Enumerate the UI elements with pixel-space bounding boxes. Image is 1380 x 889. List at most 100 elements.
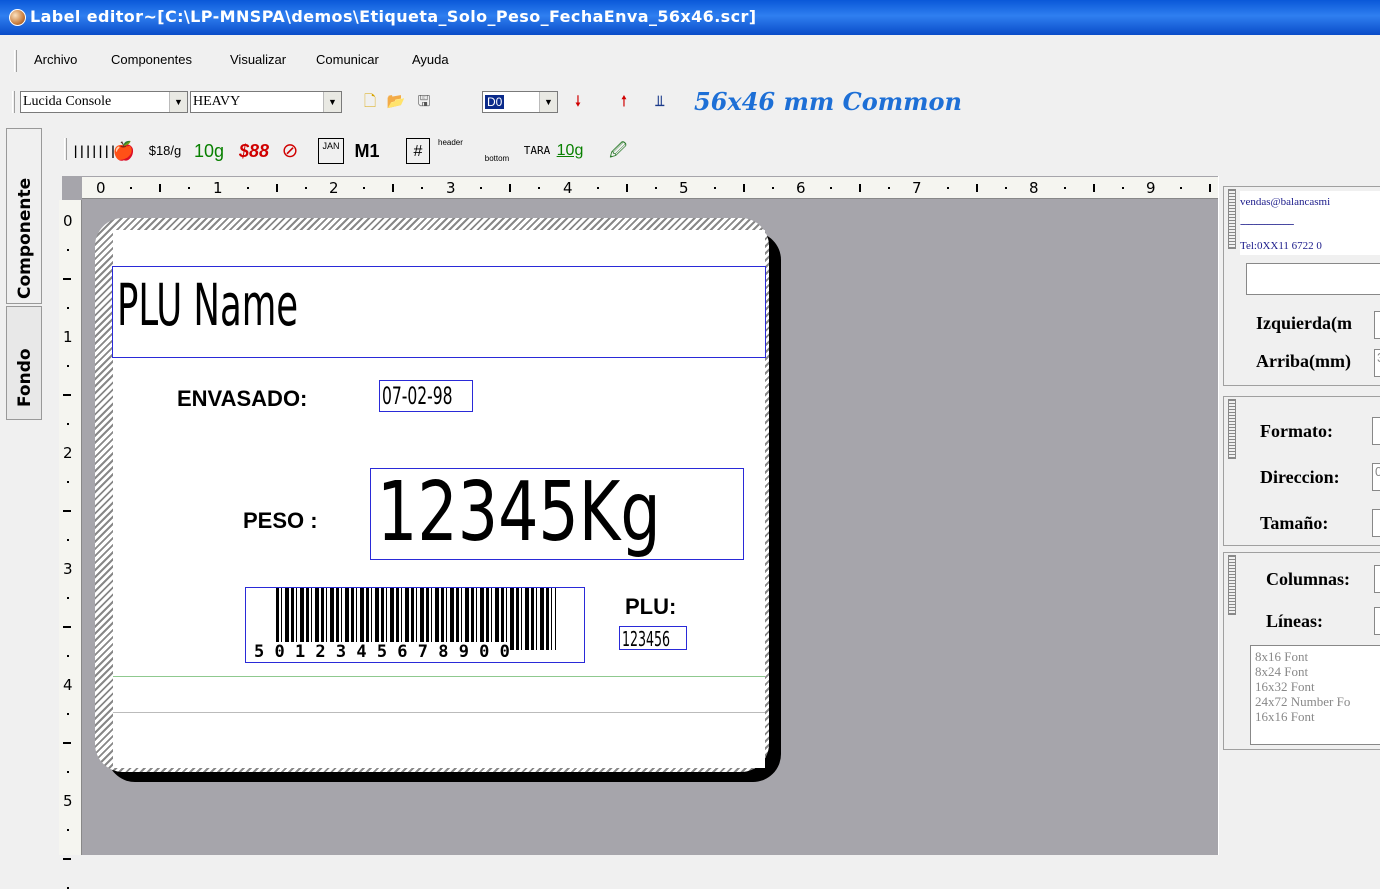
ruler-tick — [1209, 184, 1212, 192]
no-sign-icon[interactable]: ⊘ — [276, 138, 304, 164]
image-edit-icon[interactable]: 🖉 — [604, 138, 632, 164]
tamano-input[interactable] — [1372, 509, 1380, 537]
open-folder-icon[interactable]: 📂 — [386, 92, 406, 112]
panel-grip[interactable] — [1228, 189, 1236, 249]
ruler-tick — [596, 187, 599, 189]
ruler-tick — [888, 187, 891, 189]
font-item[interactable]: 16x16 Font — [1255, 709, 1350, 724]
ruler-tick — [67, 829, 69, 831]
text-line-2: -------------------- — [1240, 218, 1294, 230]
barcode-component-icon[interactable]: ||||||| — [72, 138, 117, 164]
ruler-tick — [63, 626, 71, 628]
vertical-ruler: 0 1 2 3 4 5 — [59, 200, 82, 889]
ruler-tick — [63, 510, 71, 512]
ruler-label: 1 — [213, 179, 223, 197]
weight-button[interactable]: 10g — [190, 138, 228, 164]
app-icon[interactable] — [9, 9, 26, 26]
chevron-down-icon[interactable]: ▼ — [539, 92, 557, 112]
columnas-input[interactable] — [1374, 565, 1380, 593]
envasado-date-field[interactable]: 07-02-98 — [379, 380, 473, 412]
font-weight-select[interactable]: HEAVY ▼ — [190, 91, 342, 113]
label-face[interactable]: PLU Name ENVASADO: 07-02-98 PESO : 12345… — [112, 230, 766, 768]
peso-value-text: 12345Kg — [377, 465, 661, 560]
ruler-tick — [159, 184, 161, 192]
price-button[interactable]: $88 — [232, 138, 276, 164]
chevron-down-icon[interactable]: ▼ — [323, 92, 341, 112]
download-icon[interactable]: ⫫ — [650, 92, 670, 112]
font-item[interactable]: 16x32 Font — [1255, 679, 1350, 694]
ruler-tick — [859, 184, 862, 192]
ruler-label: 4 — [563, 179, 573, 197]
direction-select[interactable]: D0 ▼ — [482, 91, 558, 113]
formato-input[interactable] — [1372, 417, 1380, 445]
font-name-select[interactable]: Lucida Console ▼ — [20, 91, 188, 113]
text-input[interactable] — [1246, 263, 1380, 295]
font-item[interactable]: 8x24 Font — [1255, 664, 1350, 679]
tara-weight-button[interactable]: 10g — [552, 138, 588, 164]
window-title: Label editor~[C:\LP-MNSPA\demos\Etiqueta… — [30, 7, 757, 26]
ruler-tick — [1092, 184, 1095, 192]
ruler-tick — [625, 184, 628, 192]
hash-icon[interactable]: # — [406, 138, 430, 164]
plu-label: PLU: — [625, 594, 677, 619]
text-content-area[interactable]: vendas@balancasmi -------------------- T… — [1240, 191, 1380, 255]
tamano-label: Tamaño: — [1260, 513, 1329, 533]
ruler-tick — [67, 539, 69, 541]
izquierda-input[interactable] — [1374, 311, 1380, 339]
font-item[interactable]: 8x16 Font — [1255, 649, 1350, 664]
direction-value: D0 — [485, 95, 505, 109]
tara-button[interactable]: TARA — [522, 138, 552, 164]
arriba-input[interactable]: 3 — [1374, 349, 1380, 377]
menu-grip — [14, 50, 17, 72]
new-file-icon[interactable]: 🗋 — [360, 92, 380, 112]
columnas-label: Columnas: — [1266, 569, 1351, 589]
font-item[interactable]: 24x72 Number Fo — [1255, 694, 1350, 709]
panel-grip[interactable] — [1228, 555, 1236, 615]
format-toolbar: Lucida Console ▼ HEAVY ▼ 🗋 📂 🖫 D0 ▼ 🠗 🠕 … — [0, 85, 1380, 123]
menu-componentes[interactable]: Componentes — [111, 52, 192, 67]
ruler-tick — [246, 187, 249, 189]
barcode-field[interactable]: 5 0 1 2 3 4 5 6 7 8 9 0 0 — [245, 587, 585, 663]
save-icon[interactable]: 🖫 — [414, 92, 434, 112]
ruler-tick — [771, 187, 774, 189]
ruler-tick — [130, 187, 132, 189]
label-canvas[interactable]: PLU Name ENVASADO: 07-02-98 PESO : 12345… — [95, 218, 781, 784]
menu-visualizar[interactable]: Visualizar — [230, 52, 286, 67]
plu-name-field[interactable]: PLU Name — [112, 266, 766, 358]
font-properties: Columnas: Líneas: 8x16 Font 8x24 Font 16… — [1223, 552, 1380, 750]
ruler-label: 2 — [329, 179, 339, 197]
ruler-tick — [1180, 187, 1183, 189]
arrow-up-icon[interactable]: 🠕 — [614, 92, 634, 112]
font-list[interactable]: 8x16 Font 8x24 Font 16x32 Font 24x72 Num… — [1250, 645, 1380, 745]
jan-button[interactable]: JAN — [318, 138, 344, 164]
title-bar: Label editor~[C:\LP-MNSPA\demos\Etiqueta… — [0, 0, 1380, 35]
ruler-tick — [538, 187, 541, 189]
tab-fondo[interactable]: Fondo — [6, 306, 42, 420]
price-per-kg-button[interactable]: $18/g — [142, 138, 188, 164]
lineas-input[interactable] — [1374, 607, 1380, 635]
plu-value-field[interactable]: 123456 — [619, 626, 687, 651]
arriba-label: Arriba(mm) — [1256, 351, 1351, 371]
plu-value-text: 123456 — [622, 627, 671, 651]
properties-panel: vendas@balancasmi -------------------- T… — [1218, 176, 1380, 855]
menu-ayuda[interactable]: Ayuda — [412, 52, 449, 67]
direccion-input[interactable]: 0 — [1372, 463, 1380, 491]
arrow-down-icon[interactable]: 🠗 — [568, 92, 588, 112]
menu-comunicar[interactable]: Comunicar — [316, 52, 379, 67]
ruler-tick — [392, 184, 395, 192]
formato-label: Formato: — [1260, 421, 1333, 441]
tab-componente[interactable]: Componente — [6, 128, 42, 304]
bottom-button[interactable]: bottom — [482, 154, 512, 166]
peso-field[interactable]: 12345Kg — [370, 465, 744, 560]
barcode-bars — [276, 588, 556, 650]
lineas-label: Líneas: — [1266, 611, 1324, 631]
m1-button[interactable]: M1 — [352, 138, 382, 164]
apple-logo-icon[interactable]: 🍎 — [110, 138, 138, 164]
chevron-down-icon[interactable]: ▼ — [169, 92, 187, 112]
izquierda-label: Izquierda(m — [1256, 313, 1352, 333]
ruler-tick — [713, 187, 716, 189]
header-button[interactable]: header — [438, 138, 464, 164]
ruler-tick — [654, 187, 657, 189]
menu-archivo[interactable]: Archivo — [34, 52, 77, 67]
panel-grip[interactable] — [1228, 399, 1236, 459]
